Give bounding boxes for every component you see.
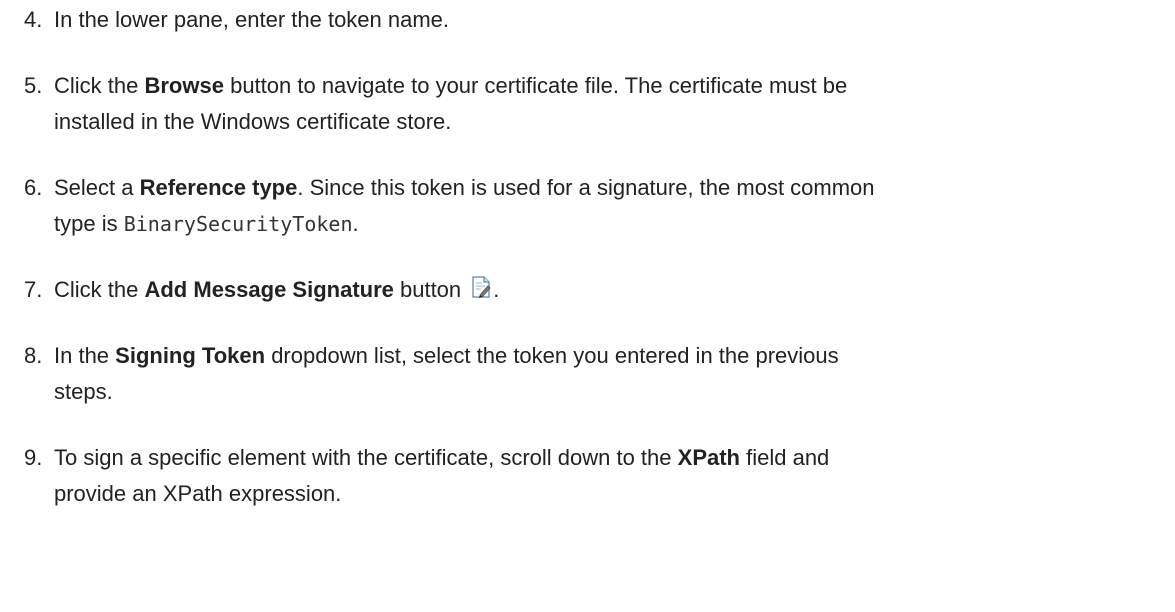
step-text-end: . (493, 277, 500, 302)
step-line-1: Click the Browse button to navigate to y… (54, 68, 1175, 104)
step-text-post: button to navigate to your certificate f… (223, 73, 848, 98)
step-text-post: button (393, 277, 468, 302)
step-text-pre: Click the (54, 277, 145, 302)
ui-term-xpath: XPath (677, 445, 740, 470)
step-text-pre: Select a (54, 175, 140, 200)
step-8: 8. In the Signing Token dropdown list, s… (0, 338, 1175, 410)
step-number: 5. (24, 73, 43, 98)
step-line-2: steps. (54, 379, 113, 404)
step-line-1: Select a Reference type. Since this toke… (54, 170, 1175, 206)
ui-term-browse: Browse (144, 73, 224, 98)
step-6: 6. Select a Reference type. Since this t… (0, 170, 1175, 242)
step-line-2: installed in the Windows certificate sto… (54, 109, 452, 134)
step-text-pre: type is (54, 211, 124, 236)
step-text-pre: To sign a specific element with the cert… (54, 445, 678, 470)
ui-term-add-message-signature: Add Message Signature (144, 277, 394, 302)
step-line-1: To sign a specific element with the cert… (54, 440, 1175, 476)
step-number: 6. (24, 175, 43, 200)
step-text-pre: In the (54, 343, 116, 368)
step-text-post: dropdown list, select the token you ente… (265, 343, 839, 368)
step-number: 7. (24, 277, 43, 302)
step-number: 9. (24, 445, 43, 470)
step-line-2: provide an XPath expression. (54, 481, 342, 506)
step-9: 9. To sign a specific element with the c… (0, 440, 1175, 512)
step-7: 7. Click the Add Message Signature butto… (0, 272, 1175, 308)
step-text-pre: Click the (54, 73, 145, 98)
step-text-post: . Since this token is used for a signatu… (297, 175, 875, 200)
step-line-2: type is BinarySecurityToken. (54, 206, 1175, 242)
step-text-post: . (352, 211, 359, 236)
step-text: In the lower pane, enter the token name. (54, 7, 450, 32)
step-line-1: In the Signing Token dropdown list, sele… (54, 338, 1175, 374)
ui-term-reference-type: Reference type (139, 175, 298, 200)
step-5: 5. Click the Browse button to navigate t… (0, 68, 1175, 140)
add-message-signature-icon (469, 274, 493, 298)
step-number: 4. (24, 7, 43, 32)
ui-term-signing-token: Signing Token (115, 343, 266, 368)
code-token-type: BinarySecurityToken (123, 212, 353, 236)
step-text-post: field and (740, 445, 830, 470)
step-number: 8. (24, 343, 43, 368)
step-4: 4. In the lower pane, enter the token na… (0, 2, 1175, 38)
